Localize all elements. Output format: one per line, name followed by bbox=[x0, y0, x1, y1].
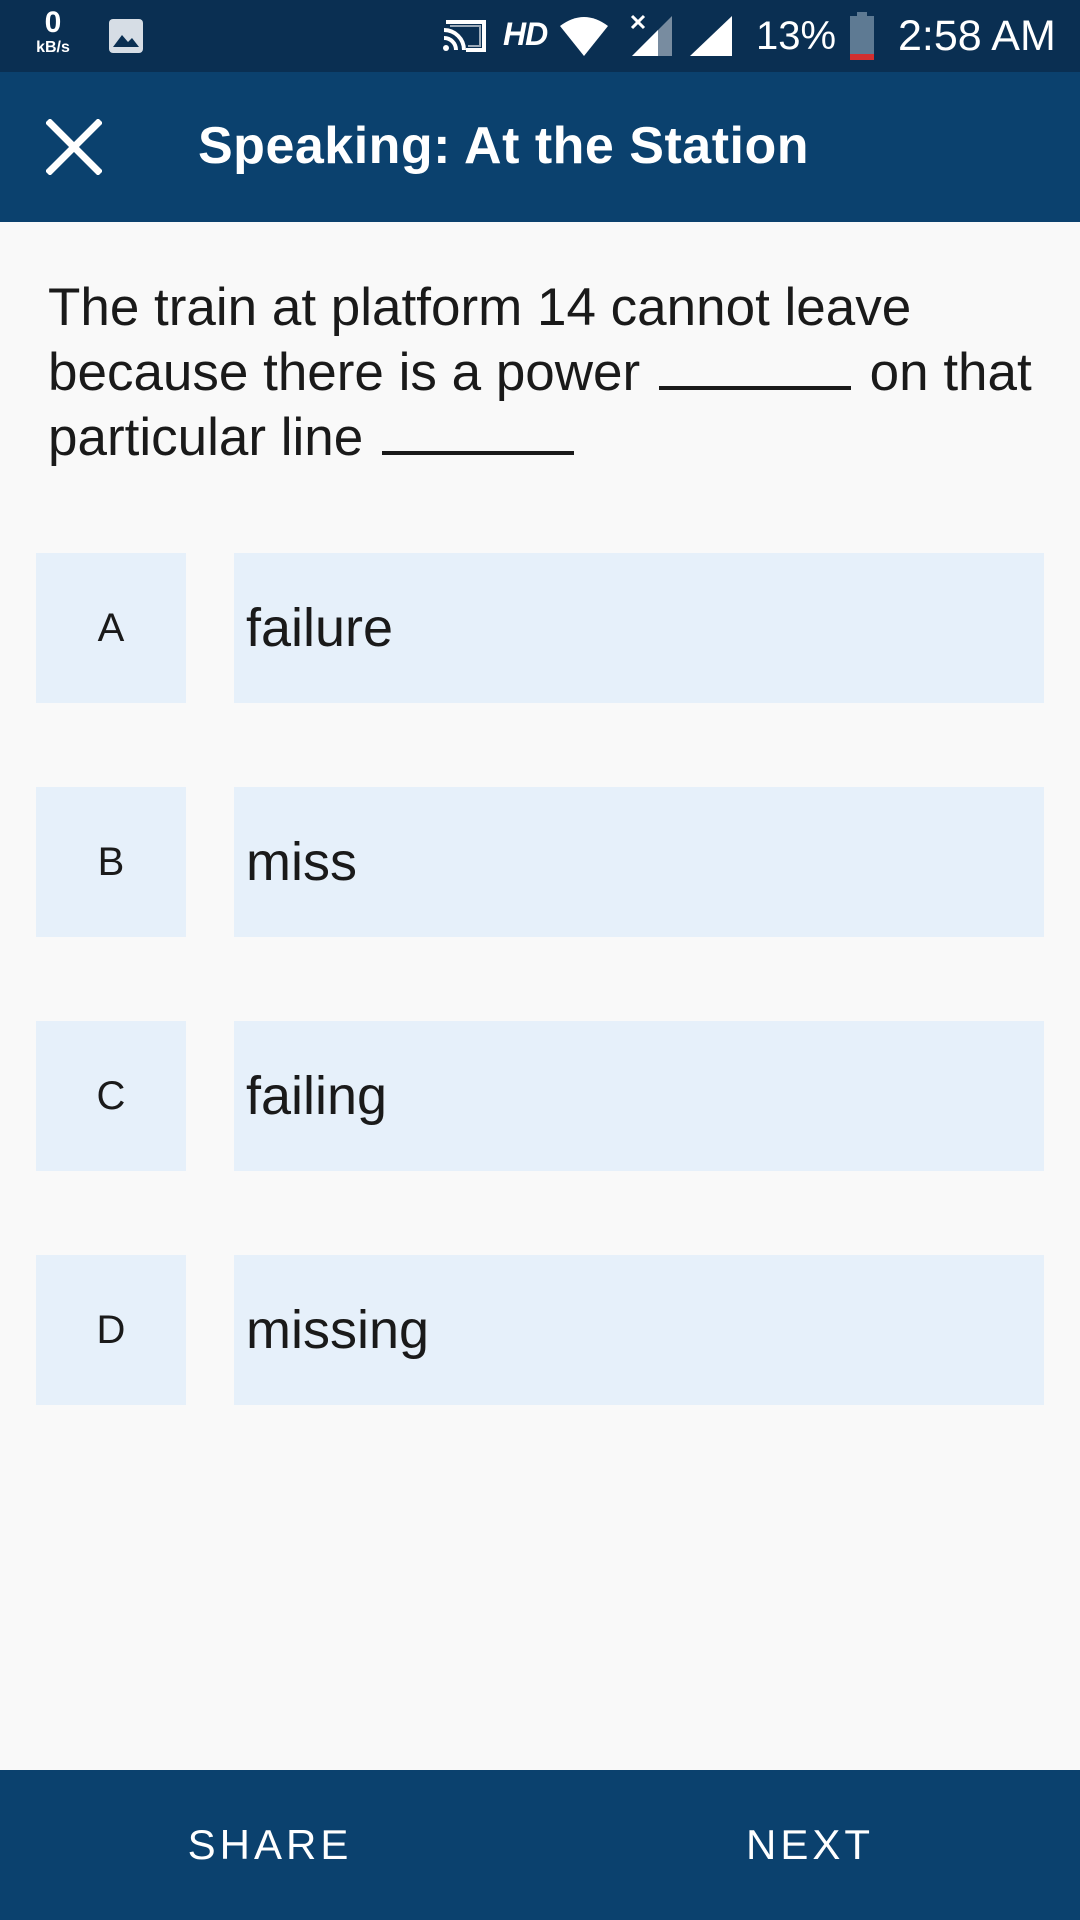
close-button[interactable] bbox=[24, 105, 124, 189]
option-a[interactable]: A failure bbox=[36, 553, 1044, 703]
option-text[interactable]: missing bbox=[234, 1255, 1044, 1405]
option-text[interactable]: failing bbox=[234, 1021, 1044, 1171]
bottom-bar: SHARE NEXT bbox=[0, 1770, 1080, 1920]
close-icon bbox=[46, 119, 102, 175]
clock: 2:58 AM bbox=[898, 12, 1056, 60]
option-letter[interactable]: D bbox=[36, 1255, 186, 1405]
question-text: The train at platform 14 cannot leave be… bbox=[48, 276, 1038, 470]
wifi-icon bbox=[560, 17, 608, 56]
page-title: Speaking: At the Station bbox=[198, 117, 809, 175]
status-bar: 0 kB/s HD 13% 2:58 AM bbox=[0, 0, 1080, 72]
signal-x-icon bbox=[630, 14, 672, 56]
option-c[interactable]: C failing bbox=[36, 1021, 1044, 1171]
option-letter[interactable]: A bbox=[36, 553, 186, 703]
answer-blank bbox=[658, 340, 851, 390]
battery-icon bbox=[850, 12, 874, 60]
option-d[interactable]: D missing bbox=[36, 1255, 1044, 1405]
option-letter[interactable]: B bbox=[36, 787, 186, 937]
answer-blank bbox=[381, 405, 574, 455]
next-button[interactable]: NEXT bbox=[540, 1770, 1080, 1920]
signal-icon bbox=[690, 16, 732, 56]
battery-percent: 13% bbox=[756, 14, 837, 58]
app-bar: Speaking: At the Station bbox=[0, 72, 1080, 222]
option-b[interactable]: B miss bbox=[36, 787, 1044, 937]
network-speed-value: 0 bbox=[44, 6, 62, 39]
option-letter[interactable]: C bbox=[36, 1021, 186, 1171]
network-type: HD bbox=[503, 16, 548, 52]
network-speed-unit: kB/s bbox=[36, 39, 70, 56]
gallery-icon bbox=[109, 19, 143, 53]
option-text[interactable]: failure bbox=[234, 553, 1044, 703]
cast-icon bbox=[443, 20, 486, 52]
network-speed: 0 kB/s bbox=[28, 8, 78, 56]
option-text[interactable]: miss bbox=[234, 787, 1044, 937]
share-button[interactable]: SHARE bbox=[0, 1770, 540, 1920]
